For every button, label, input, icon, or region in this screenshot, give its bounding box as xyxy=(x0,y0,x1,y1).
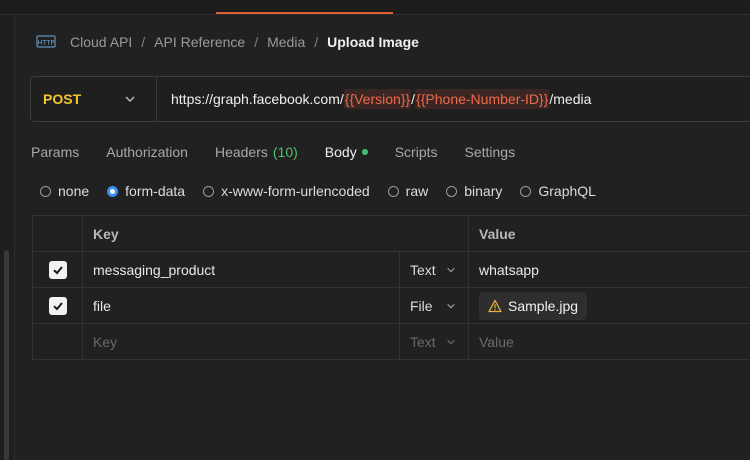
tab-settings-label: Settings xyxy=(464,144,516,160)
tab-scripts[interactable]: Scripts xyxy=(395,144,438,160)
value-file-cell: Sample.jpg xyxy=(468,287,750,324)
tab-body[interactable]: Body xyxy=(325,144,368,160)
tab-scripts-label: Scripts xyxy=(394,144,438,160)
method-label: POST xyxy=(43,91,82,107)
radio-binary[interactable]: binary xyxy=(446,183,502,199)
file-chip[interactable]: Sample.jpg xyxy=(479,291,588,320)
header-value: Value xyxy=(468,215,750,252)
form-data-table: Key Value messaging_product Text whatsap… xyxy=(32,215,750,360)
radio-circle-selected[interactable] xyxy=(107,185,119,197)
radio-form-data[interactable]: form-data xyxy=(107,183,185,199)
radio-urlencoded[interactable]: x-www-form-urlencoded xyxy=(203,183,370,199)
radio-form-data-label: form-data xyxy=(125,183,186,199)
radio-circle[interactable] xyxy=(203,185,215,197)
url-suffix: /media xyxy=(549,91,592,107)
tab-headers[interactable]: Headers (10) xyxy=(215,144,298,160)
row-checkbox[interactable] xyxy=(48,260,67,279)
tab-authorization-label: Authorization xyxy=(106,144,188,160)
row-checkbox-cell xyxy=(32,287,83,324)
type-selector-cell: File xyxy=(399,287,469,324)
check-icon xyxy=(52,302,63,311)
radio-graphql-label: GraphQL xyxy=(538,183,596,199)
type-label: File xyxy=(410,297,433,314)
tab-headers-label: Headers xyxy=(214,144,268,160)
type-selector[interactable]: Text xyxy=(400,262,468,278)
file-name: Sample.jpg xyxy=(508,297,579,314)
warning-icon xyxy=(488,299,502,312)
radio-circle[interactable] xyxy=(520,185,532,197)
breadcrumb-item-media[interactable]: Media xyxy=(267,34,305,50)
tab-settings[interactable]: Settings xyxy=(465,144,516,160)
chevron-down-icon xyxy=(447,267,455,272)
url-input[interactable]: https://graph.facebook.com/{{Version}}/{… xyxy=(157,89,592,109)
header-key: Key xyxy=(82,215,469,252)
chevron-down-icon xyxy=(447,303,455,308)
headers-count-badge: (10) xyxy=(272,144,298,160)
value-field[interactable]: whatsapp xyxy=(468,251,750,288)
breadcrumb-item-cloud-api[interactable]: Cloud API xyxy=(70,34,132,50)
url-variable-phone-number-id[interactable]: {{Phone-Number-ID}} xyxy=(415,89,550,109)
radio-circle[interactable] xyxy=(40,185,51,197)
breadcrumb-separator: / xyxy=(314,34,319,50)
key-field[interactable]: file xyxy=(82,287,400,324)
header-checkbox-cell xyxy=(32,215,83,252)
body-type-selector: none form-data x-www-form-urlencoded raw… xyxy=(40,181,614,201)
tab-authorization[interactable]: Authorization xyxy=(106,144,188,160)
chevron-down-icon xyxy=(125,96,135,102)
method-selector[interactable]: POST xyxy=(31,77,157,121)
top-bar xyxy=(0,0,750,15)
breadcrumb-item-api-reference[interactable]: API Reference xyxy=(154,34,245,50)
type-selector-cell: Text xyxy=(399,251,469,288)
active-tab-indicator xyxy=(216,12,393,14)
breadcrumb-separator: / xyxy=(141,34,146,50)
body-indicator-dot xyxy=(361,149,368,155)
type-selector-cell: Text xyxy=(399,323,469,360)
row-checkbox-cell xyxy=(32,251,83,288)
http-request-icon: HTTP xyxy=(36,35,56,48)
key-field[interactable]: messaging_product xyxy=(82,251,400,288)
radio-circle[interactable] xyxy=(387,185,399,197)
scrollbar-thumb[interactable] xyxy=(4,250,9,460)
type-selector[interactable]: File xyxy=(400,298,468,314)
radio-raw-label: raw xyxy=(405,183,429,199)
request-name[interactable]: Upload Image xyxy=(327,34,419,50)
radio-binary-label: binary xyxy=(464,183,503,199)
tab-params[interactable]: Params xyxy=(31,144,79,160)
row-checkbox-cell xyxy=(32,323,83,360)
tab-body-label: Body xyxy=(324,144,357,160)
radio-none-label: none xyxy=(58,183,90,199)
breadcrumb-separator: / xyxy=(254,34,259,50)
table-row: messaging_product Text whatsapp xyxy=(32,251,750,288)
table-row: file File Sample.jpg xyxy=(32,287,750,324)
table-header-row: Key Value xyxy=(32,215,750,252)
radio-circle[interactable] xyxy=(446,185,458,197)
table-row-empty: Key Text Value xyxy=(32,323,750,360)
key-placeholder[interactable]: Key xyxy=(82,323,400,360)
tab-params-label: Params xyxy=(31,144,80,160)
value-placeholder[interactable]: Value xyxy=(468,323,750,360)
url-prefix: https://graph.facebook.com/ xyxy=(171,91,344,107)
radio-raw[interactable]: raw xyxy=(387,183,429,199)
check-icon xyxy=(52,266,63,275)
type-label: Text xyxy=(410,261,436,278)
radio-urlencoded-label: x-www-form-urlencoded xyxy=(221,183,370,199)
radio-none[interactable]: none xyxy=(40,183,89,199)
chevron-down-icon xyxy=(447,339,455,344)
type-label: Text xyxy=(410,333,436,350)
url-variable-version[interactable]: {{Version}} xyxy=(343,89,412,109)
row-checkbox[interactable] xyxy=(48,296,67,315)
breadcrumb: HTTP Cloud API / API Reference / Media /… xyxy=(36,31,419,53)
request-tabs: Params Authorization Headers (10) Body Sc… xyxy=(31,141,542,163)
request-url-bar: POST https://graph.facebook.com/{{Versio… xyxy=(30,76,750,122)
type-selector[interactable]: Text xyxy=(400,334,468,350)
left-scrollbar[interactable] xyxy=(0,15,15,460)
svg-text:HTTP: HTTP xyxy=(38,39,55,47)
radio-graphql[interactable]: GraphQL xyxy=(520,183,596,199)
